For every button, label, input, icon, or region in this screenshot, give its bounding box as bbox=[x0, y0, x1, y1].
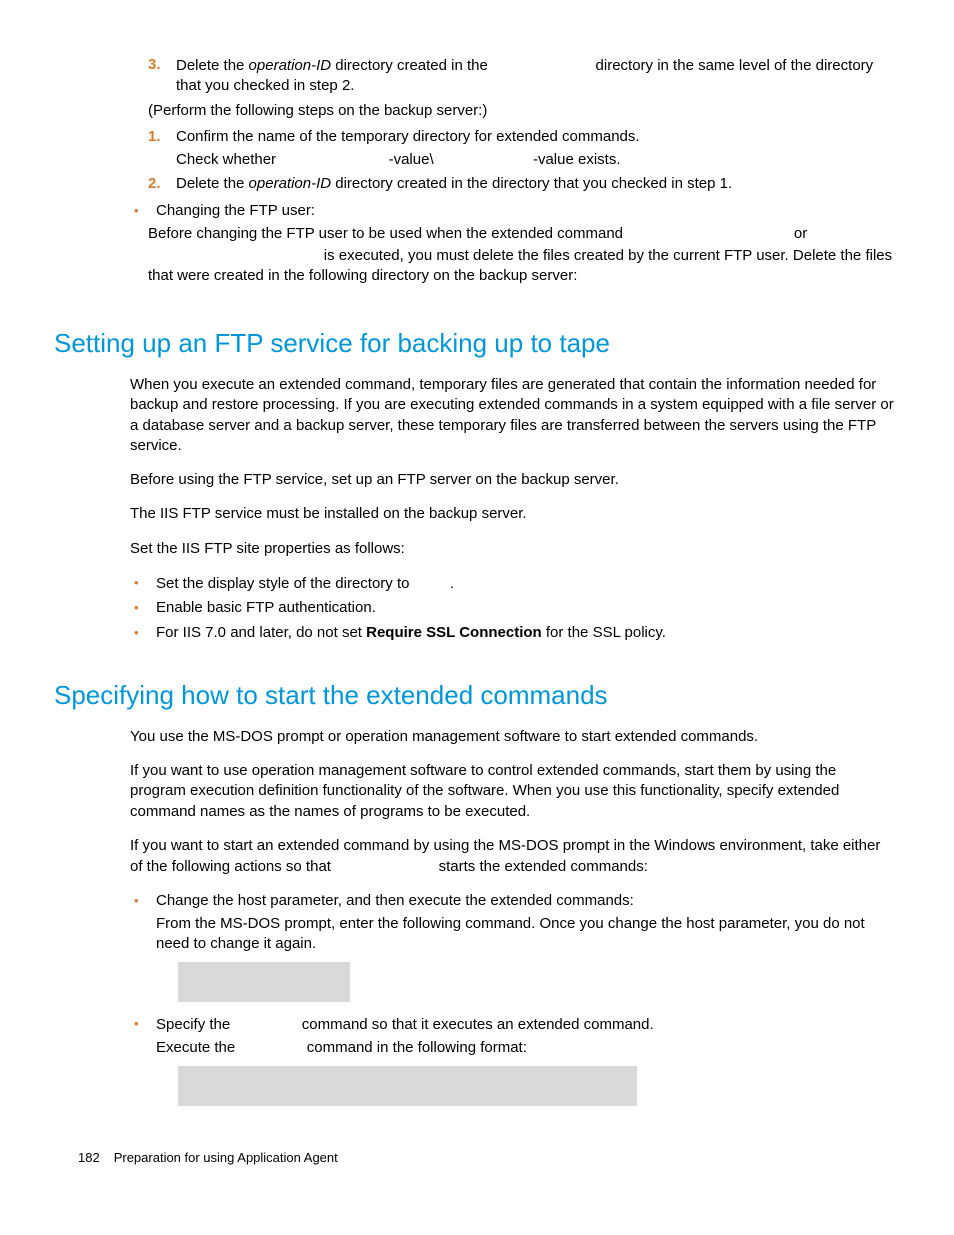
para: When you execute an extended command, te… bbox=[130, 375, 896, 456]
bullet-icon: • bbox=[134, 201, 156, 222]
code-block-cscript-cmd: cscript "name-of-the-extended-command-to… bbox=[178, 1066, 637, 1106]
text: For IIS 7.0 and later, do not set bbox=[156, 624, 366, 641]
bullet-icon: • bbox=[134, 891, 156, 1009]
code-line: cscript "name-of-the-extended-command-to… bbox=[184, 1076, 631, 1096]
bullet-icon: • bbox=[134, 573, 156, 594]
text: command so that it executes an extended … bbox=[298, 1016, 654, 1033]
heading-ftp-service: Setting up an FTP service for backing up… bbox=[54, 326, 896, 361]
text: Check whether bbox=[176, 151, 280, 168]
para: If you want to start an extended command… bbox=[130, 836, 896, 878]
bullet-change-host: • Change the host parameter, and then ex… bbox=[134, 891, 896, 1009]
text: command in the following format: bbox=[303, 1039, 527, 1056]
bullet-label: Changing the FTP user: bbox=[156, 201, 896, 221]
page-footer: 182 Preparation for using Application Age… bbox=[78, 1149, 338, 1167]
operation-id-text: operation-ID bbox=[249, 57, 332, 74]
text-line: Check whether FTP_HOME_DIR-value\FTP_SUB… bbox=[176, 149, 896, 170]
code-text: cscript bbox=[239, 1038, 302, 1056]
bold-text: Require SSL Connection bbox=[366, 624, 542, 641]
bullet-body: Enable basic FTP authentication. bbox=[156, 598, 896, 619]
para: Before using the FTP service, set up an … bbox=[130, 470, 896, 490]
code-block-cscript-host: cscript //H:Cscript bbox=[178, 962, 350, 1002]
ordered-item-3-body: Delete the operation-ID directory create… bbox=[176, 55, 896, 97]
list-number-1: 1. bbox=[148, 127, 176, 171]
text: for the SSL policy. bbox=[542, 624, 666, 641]
para: You use the MS-DOS prompt or operation m… bbox=[130, 727, 896, 747]
code-text: cscript bbox=[234, 1015, 297, 1033]
text: . bbox=[450, 575, 454, 592]
page-content: 3. Delete the operation-ID directory cre… bbox=[0, 0, 954, 1158]
bullet-icon: • bbox=[134, 1014, 156, 1114]
bullet-body: For IIS 7.0 and later, do not set Requir… bbox=[156, 623, 896, 644]
text: From the MS-DOS prompt, enter the follow… bbox=[156, 914, 896, 955]
text: -value\ bbox=[389, 151, 434, 168]
text: Delete the bbox=[176, 175, 249, 192]
ordered-item-2-body: Delete the operation-ID directory create… bbox=[176, 174, 896, 194]
code-line: cscript //H:Cscript bbox=[184, 972, 344, 992]
para: Set the IIS FTP site properties as follo… bbox=[130, 539, 896, 559]
ordered-item-3: 3. Delete the operation-ID directory cre… bbox=[148, 55, 896, 97]
code-text: EX_DRM_TAPE_BACKUP bbox=[627, 224, 790, 242]
ordered-item-1-body: Confirm the name of the temporary direct… bbox=[176, 127, 896, 171]
code-text: cscript.exe bbox=[335, 857, 434, 875]
bullet-body: Changing the FTP user: bbox=[156, 201, 896, 222]
code-text: EX_DRM_TAPE_RESTORE bbox=[148, 246, 320, 264]
text: directory created in the directory that … bbox=[331, 175, 732, 192]
bullet-basic-auth: • Enable basic FTP authentication. bbox=[134, 598, 896, 619]
operation-id-text: operation-ID bbox=[249, 175, 332, 192]
text: Specify the bbox=[156, 1016, 234, 1033]
text: directory created in the bbox=[331, 57, 492, 74]
code-text: script_work bbox=[492, 56, 591, 74]
text: -value exists. bbox=[533, 151, 621, 168]
code-text: FTP_HOME_DIR bbox=[280, 150, 388, 168]
ordered-item-1: 1. Confirm the name of the temporary dir… bbox=[148, 127, 896, 171]
bullet-display-style: • Set the display style of the directory… bbox=[134, 573, 896, 594]
text-line: Execute the cscript command in the follo… bbox=[156, 1037, 896, 1058]
text: Change the host parameter, and then exec… bbox=[156, 891, 896, 911]
bullet-ssl: • For IIS 7.0 and later, do not set Requ… bbox=[134, 623, 896, 644]
text: Set the display style of the directory t… bbox=[156, 575, 414, 592]
text: Confirm the name of the temporary direct… bbox=[176, 127, 896, 147]
text-line: Specify the cscript command so that it e… bbox=[156, 1014, 896, 1035]
bullet-body: Set the display style of the directory t… bbox=[156, 573, 896, 594]
bullet-body: Specify the cscript command so that it e… bbox=[156, 1014, 896, 1114]
paren-note: (Perform the following steps on the back… bbox=[148, 101, 896, 121]
text: or bbox=[790, 225, 808, 242]
bullet-body: Change the host parameter, and then exec… bbox=[156, 891, 896, 1009]
text: starts the extended commands: bbox=[434, 858, 647, 875]
text: Execute the bbox=[156, 1039, 239, 1056]
list-number-2: 2. bbox=[148, 174, 176, 194]
para: The IIS FTP service must be installed on… bbox=[130, 504, 896, 524]
code-text: UNIX bbox=[414, 574, 450, 592]
para: If you want to use operation management … bbox=[130, 761, 896, 822]
page-number: 182 bbox=[78, 1150, 100, 1165]
list-number-3: 3. bbox=[148, 55, 176, 97]
bullet-changing-ftp-user: • Changing the FTP user: bbox=[134, 201, 896, 222]
ordered-item-2: 2. Delete the operation-ID directory cre… bbox=[148, 174, 896, 194]
bullet-icon: • bbox=[134, 598, 156, 619]
code-text: FTP_SUB_DIR bbox=[434, 150, 533, 168]
heading-start-commands: Specifying how to start the extended com… bbox=[54, 678, 896, 713]
text: Delete the bbox=[176, 57, 249, 74]
bullet-icon: • bbox=[134, 623, 156, 644]
footer-title: Preparation for using Application Agent bbox=[114, 1150, 338, 1165]
ftp-user-text: Before changing the FTP user to be used … bbox=[148, 223, 896, 286]
bullet-specify-cscript: • Specify the cscript command so that it… bbox=[134, 1014, 896, 1114]
text: Before changing the FTP user to be used … bbox=[148, 225, 627, 242]
